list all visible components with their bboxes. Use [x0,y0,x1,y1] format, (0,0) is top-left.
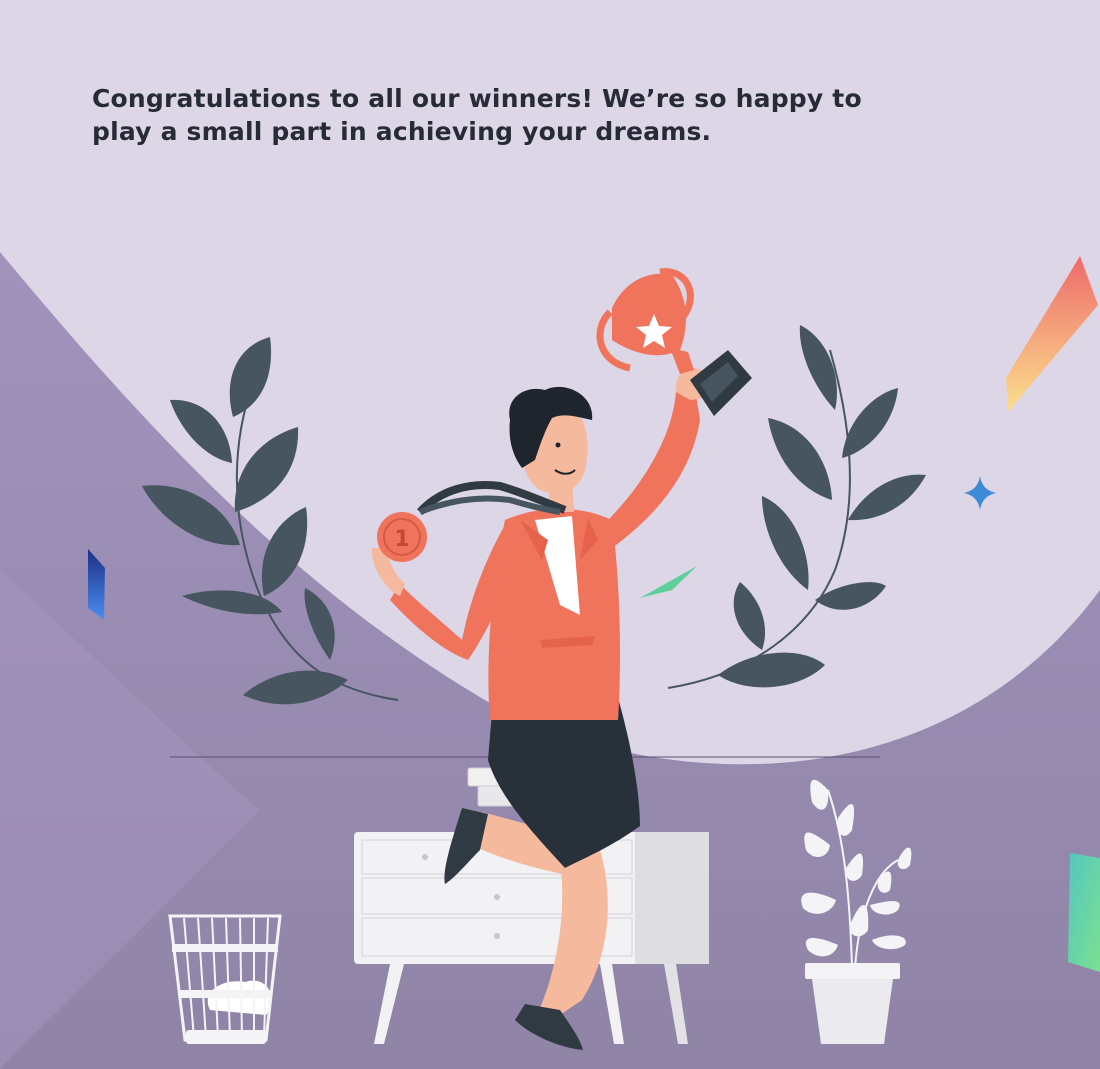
congratulations-headline: Congratulations to all our winners! We’r… [92,82,912,148]
headline-line-2: play a small part in achieving your drea… [92,117,712,146]
medal-number: 1 [394,527,409,552]
headline-line-1: Congratulations to all our winners! We’r… [92,84,862,113]
medal-icon: 1 [377,512,427,562]
celebration-illustration: 1 [0,0,1100,1069]
celebration-page: 1 Congratulations to all our winners! We… [0,0,1100,1069]
confetti-green [1068,853,1100,972]
